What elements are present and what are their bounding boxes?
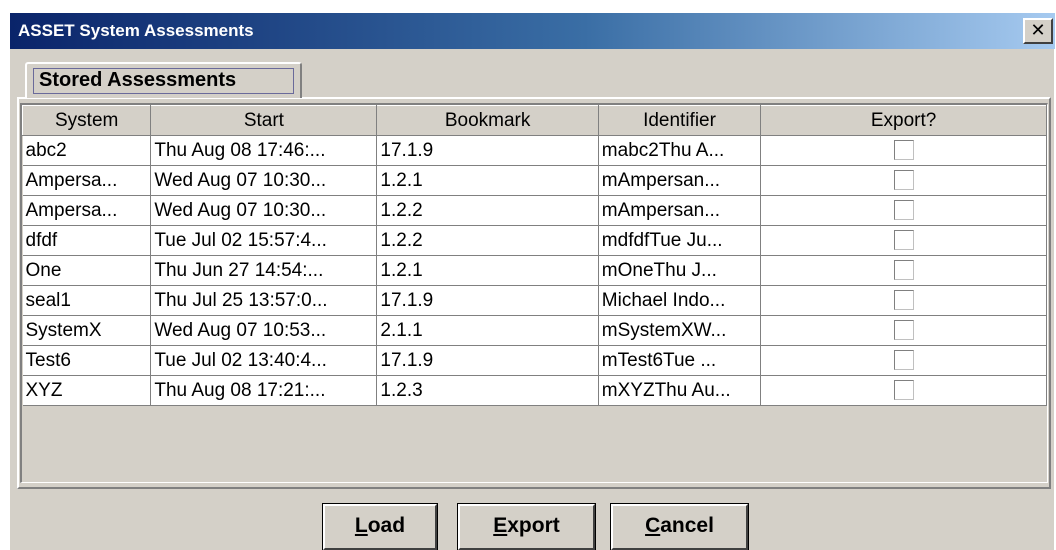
cell-bookmark[interactable]: 17.1.9	[376, 285, 599, 316]
close-button[interactable]: ✕	[1023, 18, 1053, 44]
cancel-button[interactable]: Cancel	[611, 504, 748, 550]
column-header-start[interactable]: Start	[150, 105, 378, 136]
cell-system[interactable]: One	[22, 255, 152, 286]
cell-identifier[interactable]: mAmpersan...	[598, 195, 762, 226]
table-row[interactable]: Ampersa... Wed Aug 07 10:30... 1.2.2 mAm…	[22, 195, 1047, 226]
cell-export	[760, 255, 1047, 286]
cell-export	[760, 225, 1047, 256]
cell-system[interactable]: SystemX	[22, 315, 152, 346]
cell-export	[760, 315, 1047, 346]
table-header-row: System Start Bookmark Identifier Export?	[22, 105, 1047, 136]
export-checkbox[interactable]	[893, 320, 914, 341]
export-checkbox[interactable]	[893, 170, 914, 191]
export-checkbox[interactable]	[893, 260, 914, 281]
cell-identifier[interactable]: mXYZThu Au...	[598, 375, 762, 406]
load-button[interactable]: Load	[323, 504, 437, 550]
cell-identifier[interactable]: mabc2Thu A...	[598, 135, 762, 166]
assessments-table: System Start Bookmark Identifier Export?…	[22, 105, 1047, 406]
cell-export	[760, 345, 1047, 376]
cancel-mnemonic: C	[645, 514, 661, 537]
column-header-export[interactable]: Export?	[760, 105, 1047, 136]
cancel-label: ancel	[660, 514, 714, 537]
cell-system[interactable]: XYZ	[22, 375, 152, 406]
cell-start[interactable]: Wed Aug 07 10:30...	[150, 165, 378, 196]
tab-label: Stored Assessments	[39, 69, 237, 91]
cell-start[interactable]: Wed Aug 07 10:53...	[150, 315, 378, 346]
close-icon: ✕	[1030, 20, 1046, 41]
cell-bookmark[interactable]: 1.2.3	[376, 375, 599, 406]
export-checkbox[interactable]	[893, 140, 914, 161]
export-label: xport	[507, 514, 560, 537]
cell-identifier[interactable]: mOneThu J...	[598, 255, 762, 286]
load-label: oad	[367, 514, 406, 537]
cell-bookmark[interactable]: 2.1.1	[376, 315, 599, 346]
cell-system[interactable]: Ampersa...	[22, 195, 152, 226]
cell-identifier[interactable]: mTest6Tue ...	[598, 345, 762, 376]
cell-bookmark[interactable]: 17.1.9	[376, 345, 599, 376]
export-button[interactable]: Export	[458, 504, 595, 550]
table-row[interactable]: Test6 Tue Jul 02 13:40:4... 17.1.9 mTest…	[22, 345, 1047, 376]
column-header-system[interactable]: System	[22, 105, 152, 136]
export-mnemonic: E	[493, 514, 508, 537]
cell-identifier[interactable]: mAmpersan...	[598, 165, 762, 196]
cell-start[interactable]: Thu Jun 27 14:54:...	[150, 255, 378, 286]
cell-identifier[interactable]: mdfdfTue Ju...	[598, 225, 762, 256]
assessments-dialog: ASSET System Assessments ✕ Stored Assess…	[9, 12, 1055, 550]
table-row[interactable]: seal1 Thu Jul 25 13:57:0... 17.1.9 Micha…	[22, 285, 1047, 316]
cell-start[interactable]: Tue Jul 02 13:40:4...	[150, 345, 378, 376]
table-row[interactable]: abc2 Thu Aug 08 17:46:... 17.1.9 mabc2Th…	[22, 135, 1047, 166]
load-mnemonic: L	[354, 514, 368, 537]
cell-export	[760, 285, 1047, 316]
export-checkbox[interactable]	[893, 290, 914, 311]
table-row[interactable]: XYZ Thu Aug 08 17:21:... 1.2.3 mXYZThu A…	[22, 375, 1047, 406]
export-checkbox[interactable]	[893, 380, 914, 401]
cell-identifier[interactable]: Michael Indo...	[598, 285, 762, 316]
cell-system[interactable]: Ampersa...	[22, 165, 152, 196]
cell-start[interactable]: Thu Aug 08 17:21:...	[150, 375, 378, 406]
title-bar[interactable]: ASSET System Assessments ✕	[10, 13, 1055, 49]
cell-system[interactable]: seal1	[22, 285, 152, 316]
cell-system[interactable]: dfdf	[22, 225, 152, 256]
cell-bookmark[interactable]: 1.2.1	[376, 255, 599, 286]
cell-system[interactable]: Test6	[22, 345, 152, 376]
cell-bookmark[interactable]: 17.1.9	[376, 135, 599, 166]
cell-start[interactable]: Thu Jul 25 13:57:0...	[150, 285, 378, 316]
export-checkbox[interactable]	[893, 230, 914, 251]
cell-start[interactable]: Wed Aug 07 10:30...	[150, 195, 378, 226]
table-row[interactable]: Ampersa... Wed Aug 07 10:30... 1.2.1 mAm…	[22, 165, 1047, 196]
cell-export	[760, 135, 1047, 166]
cell-bookmark[interactable]: 1.2.1	[376, 165, 599, 196]
cell-identifier[interactable]: mSystemXW...	[598, 315, 762, 346]
cell-start[interactable]: Tue Jul 02 15:57:4...	[150, 225, 378, 256]
cell-export	[760, 195, 1047, 226]
cell-export	[760, 165, 1047, 196]
table-row[interactable]: One Thu Jun 27 14:54:... 1.2.1 mOneThu J…	[22, 255, 1047, 286]
assessments-table-viewport[interactable]: System Start Bookmark Identifier Export?…	[20, 103, 1048, 483]
window-title: ASSET System Assessments	[18, 21, 254, 40]
cell-export	[760, 375, 1047, 406]
export-checkbox[interactable]	[893, 350, 914, 371]
column-header-bookmark[interactable]: Bookmark	[376, 105, 599, 136]
cell-start[interactable]: Thu Aug 08 17:46:...	[150, 135, 378, 166]
cell-bookmark[interactable]: 1.2.2	[376, 225, 599, 256]
column-header-identifier[interactable]: Identifier	[597, 105, 762, 136]
cell-bookmark[interactable]: 1.2.2	[376, 195, 599, 226]
table-row[interactable]: SystemX Wed Aug 07 10:53... 2.1.1 mSyste…	[22, 315, 1047, 346]
export-checkbox[interactable]	[893, 200, 914, 221]
cell-system[interactable]: abc2	[22, 135, 152, 166]
table-row[interactable]: dfdf Tue Jul 02 15:57:4... 1.2.2 mdfdfTu…	[22, 225, 1047, 256]
tab-stored-assessments[interactable]: Stored Assessments	[25, 62, 302, 98]
